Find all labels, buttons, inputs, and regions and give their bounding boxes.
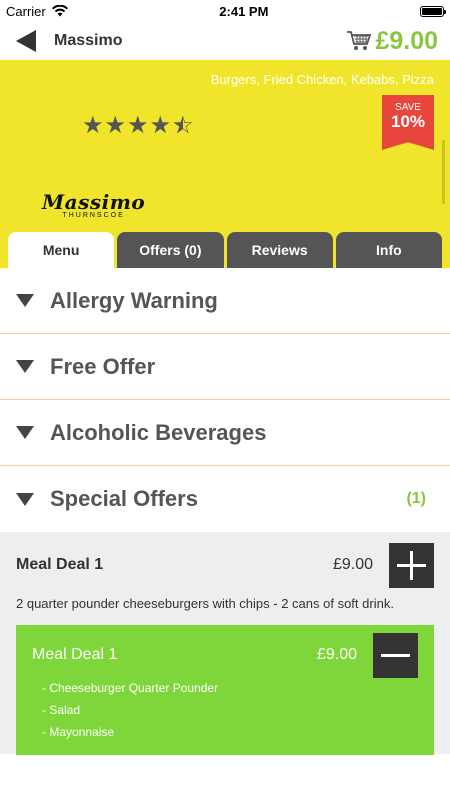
star-rating: ★ ★ ★ ★ ☆★ bbox=[82, 114, 194, 138]
save-badge: SAVE 10% bbox=[382, 95, 434, 150]
restaurant-logo: Massimo THURNSCOE bbox=[42, 190, 145, 219]
section-item-count: (1) bbox=[406, 490, 426, 507]
section-allergy-warning[interactable]: Allergy Warning bbox=[0, 268, 450, 334]
expand-triangle-icon bbox=[16, 294, 34, 307]
remove-item-button[interactable] bbox=[373, 632, 418, 678]
option-item: - Mayonnaise bbox=[42, 725, 115, 739]
tab-bar: Menu Offers (0) Reviews Info bbox=[8, 232, 442, 268]
wifi-icon bbox=[51, 5, 68, 17]
star-icon: ★ bbox=[149, 112, 172, 139]
section-alcoholic-beverages[interactable]: Alcoholic Beverages bbox=[0, 400, 450, 466]
battery-icon bbox=[420, 5, 446, 17]
section-title: Alcoholic Beverages bbox=[50, 419, 267, 445]
selected-item-card: Meal Deal 1 £9.00 - Cheeseburger Quarter… bbox=[16, 625, 434, 755]
nav-bar: Massimo £9.00 bbox=[0, 22, 450, 60]
logo-name: Massimo bbox=[42, 190, 146, 214]
selected-item-row: Meal Deal 1 £9.00 bbox=[32, 625, 418, 685]
selected-item-name: Meal Deal 1 bbox=[32, 646, 118, 663]
expand-triangle-icon bbox=[16, 360, 34, 373]
menu-item-description: 2 quarter pounder cheeseburgers with chi… bbox=[16, 596, 394, 611]
section-title: Allergy Warning bbox=[50, 287, 218, 313]
cart-button[interactable]: £9.00 bbox=[347, 27, 438, 56]
scroll-indicator bbox=[442, 140, 445, 204]
menu-item-price: £9.00 bbox=[332, 556, 373, 573]
section-title: Special Offers bbox=[50, 486, 198, 511]
shopping-cart-icon bbox=[347, 31, 372, 50]
option-item: - Salad bbox=[42, 703, 81, 717]
carrier-label: Carrier bbox=[6, 3, 46, 19]
save-badge-value: 10% bbox=[390, 112, 426, 131]
restaurant-title: Massimo bbox=[54, 32, 123, 49]
minus-icon bbox=[381, 653, 410, 657]
special-offers-content: Meal Deal 1 £9.00 2 quarter pounder chee… bbox=[0, 532, 450, 755]
status-time: 2:41 PM bbox=[219, 3, 269, 19]
cuisine-list: Burgers, Fried Chicken, Kebabs, Pizza bbox=[210, 72, 434, 87]
tab-menu[interactable]: Menu bbox=[8, 232, 115, 268]
section-title: Free Offer bbox=[50, 353, 156, 379]
star-icon: ★ bbox=[127, 112, 149, 139]
tab-reviews[interactable]: Reviews bbox=[226, 232, 333, 268]
cart-total: £9.00 bbox=[375, 26, 438, 55]
status-left: Carrier bbox=[6, 4, 68, 19]
selected-item-price: £9.00 bbox=[316, 646, 357, 663]
selected-item-options: - Cheeseburger Quarter Pounder - Salad -… bbox=[32, 677, 418, 743]
star-icon: ★ bbox=[82, 112, 104, 139]
option-item: - Cheeseburger Quarter Pounder bbox=[42, 681, 219, 695]
section-special-offers[interactable]: Special Offers (1) bbox=[0, 466, 450, 532]
add-item-button[interactable] bbox=[389, 542, 434, 588]
tab-info[interactable]: Info bbox=[335, 232, 442, 268]
section-free-offer[interactable]: Free Offer bbox=[0, 334, 450, 400]
star-icon: ★ bbox=[104, 112, 127, 139]
back-arrow-icon[interactable] bbox=[16, 30, 36, 52]
expand-triangle-icon bbox=[16, 426, 34, 439]
expand-triangle-icon bbox=[16, 492, 34, 506]
menu-item-name: Meal Deal 1 bbox=[16, 556, 104, 573]
menu-item-row: Meal Deal 1 £9.00 bbox=[16, 542, 434, 588]
status-bar: Carrier 2:41 PM bbox=[0, 0, 450, 22]
restaurant-header: Burgers, Fried Chicken, Kebabs, Pizza ★ … bbox=[0, 60, 450, 268]
tab-offers[interactable]: Offers (0) bbox=[117, 232, 224, 268]
half-star-icon: ☆★ bbox=[172, 112, 194, 139]
